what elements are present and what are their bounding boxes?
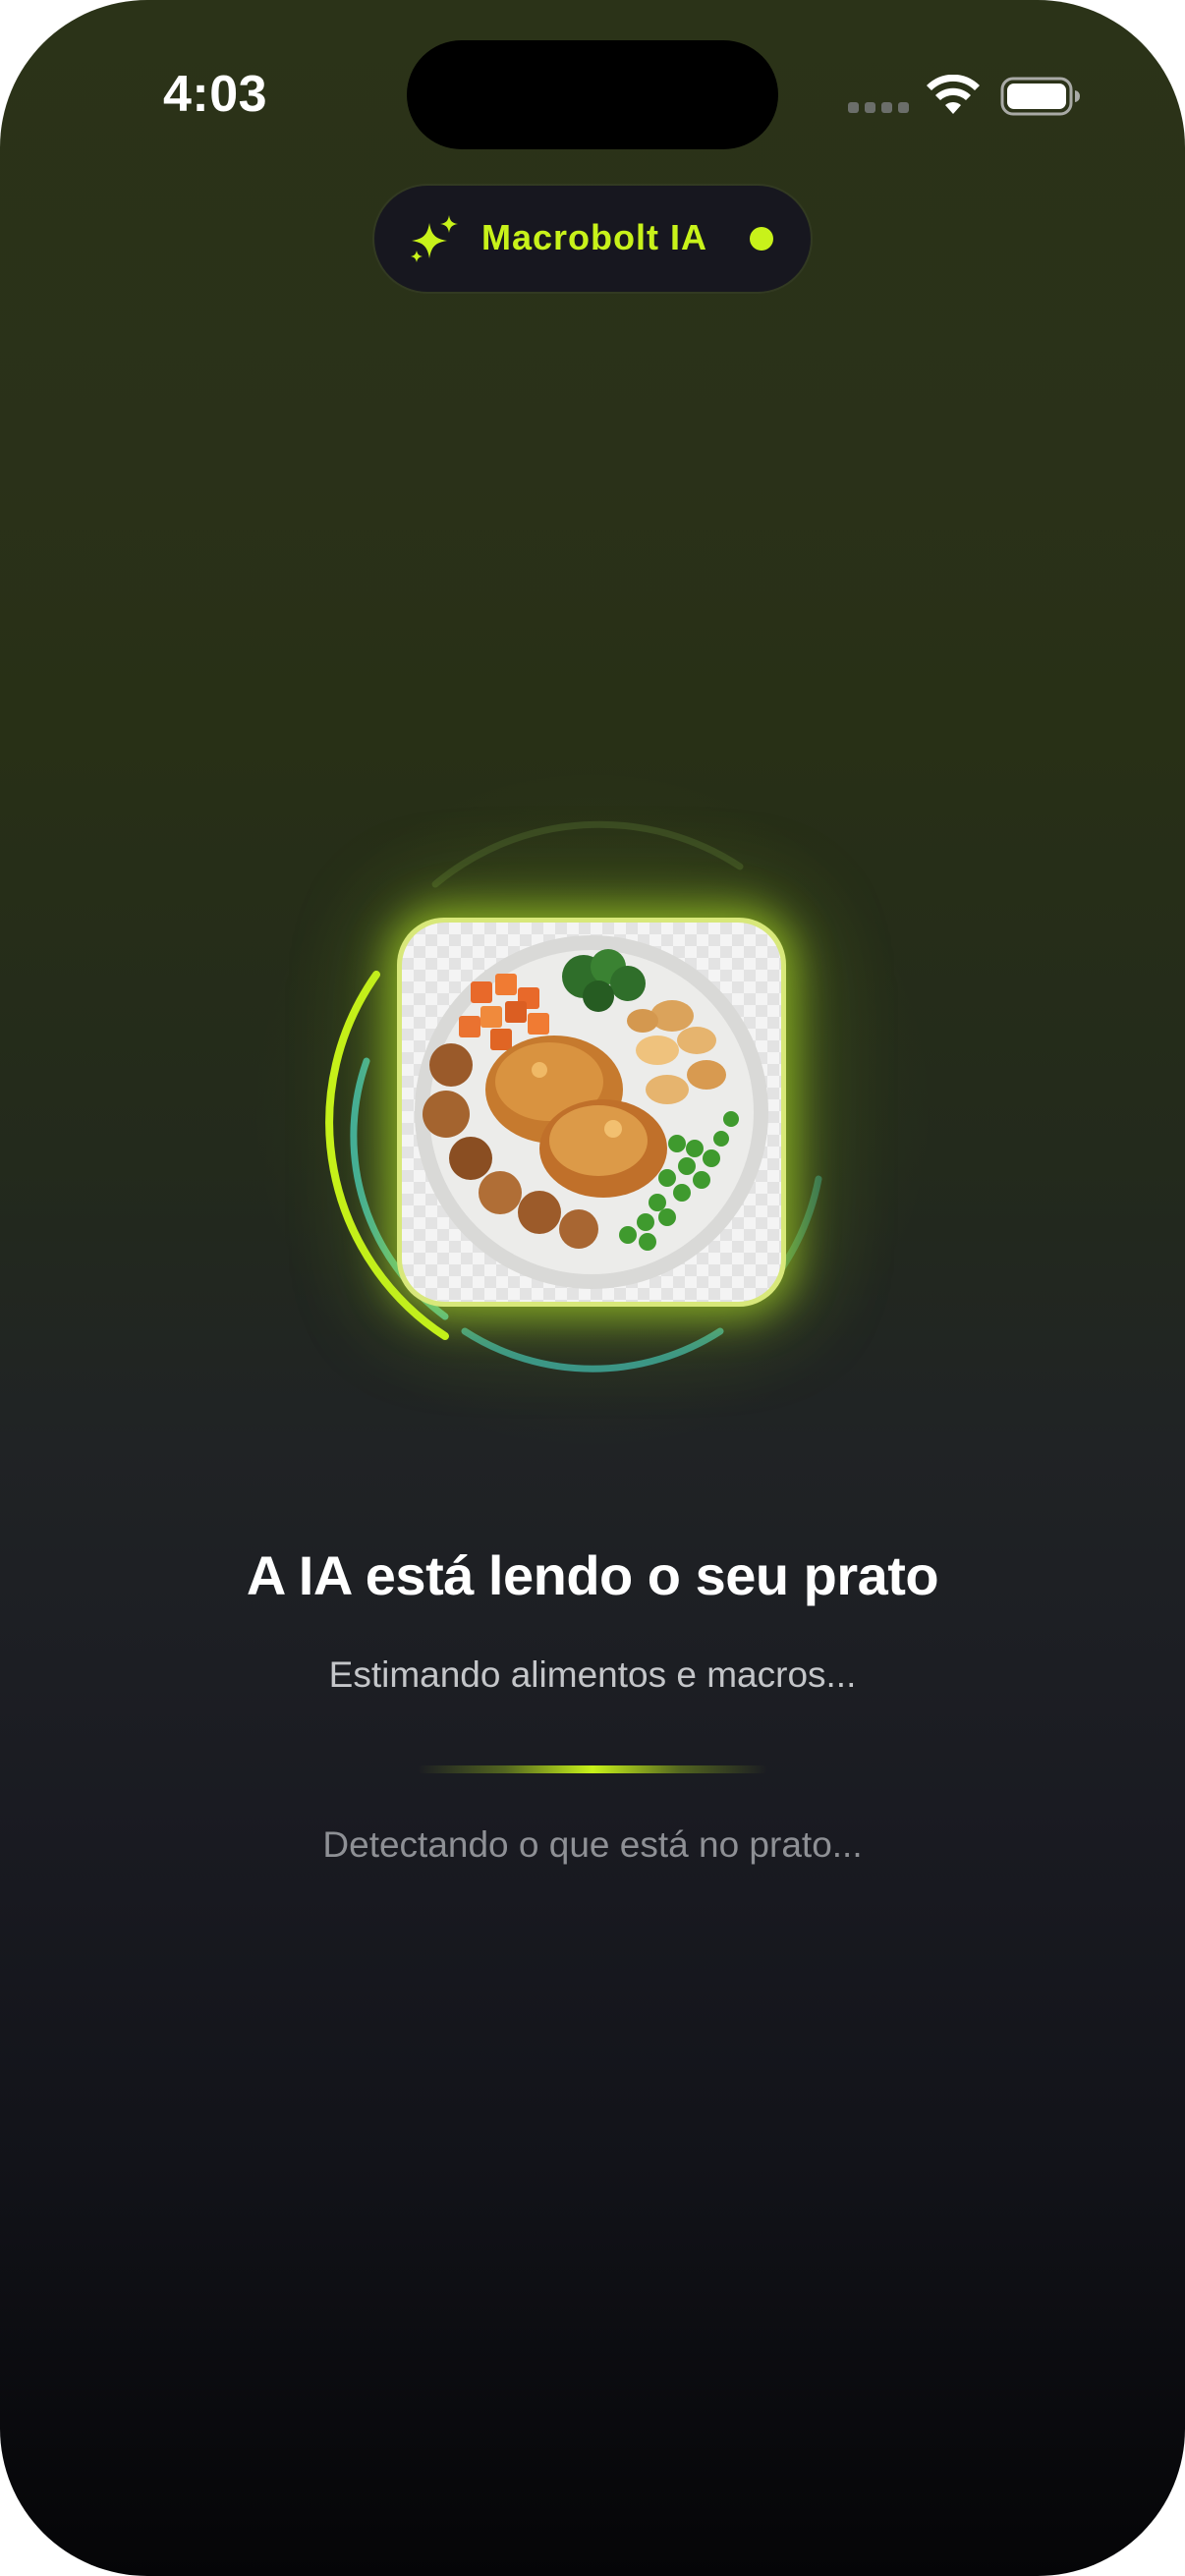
ai-badge-label: Macrobolt IA (481, 217, 708, 257)
sparkle-icon (411, 215, 458, 262)
live-indicator-dot (750, 227, 773, 251)
analysis-subtitle: Estimando alimentos e macros... (328, 1654, 857, 1695)
wifi-icon (927, 75, 980, 114)
cellular-signal-icon (848, 102, 909, 113)
analysis-title: A IA está lendo o seu prato (246, 1544, 939, 1606)
status-time: 4:03 (163, 66, 268, 123)
battery-icon (1000, 77, 1080, 116)
ai-status-pill: Macrobolt IA (374, 186, 811, 292)
dynamic-island (407, 40, 778, 149)
meal-photo-frame (397, 918, 786, 1307)
app-screen: 4:03 Macrobolt IA A IA está lendo o seu … (0, 0, 1185, 2576)
meal-photo (402, 923, 781, 1302)
analysis-status: Detectando o que está no prato... (322, 1824, 863, 1865)
scan-progress-bar (418, 1765, 767, 1773)
